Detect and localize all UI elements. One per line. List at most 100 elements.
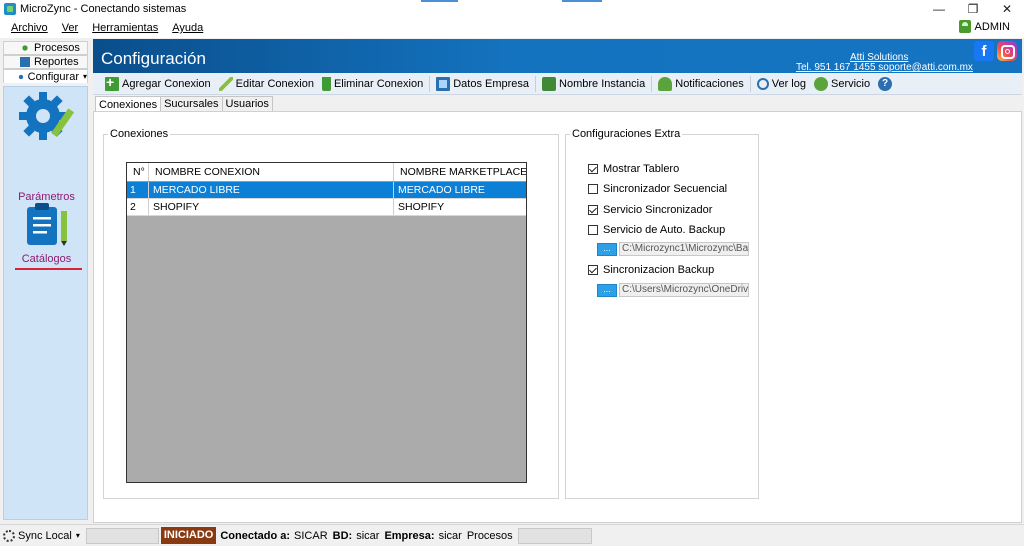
- browse-sync-backup-button[interactable]: ...: [597, 283, 617, 297]
- facebook-icon[interactable]: f: [974, 41, 994, 61]
- cell-name: SHOPIFY: [149, 199, 394, 215]
- instance-icon: [542, 76, 557, 91]
- window-title: MicroZync - Conectando sistemas: [20, 3, 187, 15]
- option-sincronizador-secuencial[interactable]: Sincronizador Secuencial: [588, 183, 727, 195]
- tab-usuarios[interactable]: Usuarios: [221, 96, 273, 111]
- tab-conexiones[interactable]: Conexiones: [95, 96, 162, 112]
- add-icon: [105, 74, 119, 91]
- view-log-button[interactable]: Ver log: [753, 75, 810, 93]
- app-icon: [4, 3, 16, 15]
- sub-tabs: Conexiones Sucursales Usuarios: [95, 96, 273, 112]
- grid-header: N° NOMBRE CONEXION NOMBRE MARKETPLACE: [127, 163, 526, 182]
- toolbar-separator: [651, 75, 653, 92]
- help-button[interactable]: ?: [874, 75, 896, 93]
- instance-name-button[interactable]: Nombre Instancia: [538, 75, 649, 93]
- help-icon: ?: [878, 76, 893, 91]
- option-label: Sincronizacion Backup: [603, 264, 715, 276]
- button-label: Eliminar Conexion: [333, 77, 424, 90]
- menu-herramientas[interactable]: Herramientas: [85, 22, 165, 34]
- option-mostrar-tablero[interactable]: Mostrar Tablero: [588, 163, 679, 175]
- content-panel: Conexiones N° NOMBRE CONEXION NOMBRE MAR…: [93, 111, 1022, 523]
- gears-icon: [20, 43, 30, 53]
- bell-icon: [658, 76, 673, 91]
- service-button[interactable]: Servicio: [810, 75, 874, 93]
- connected-value: SICAR: [294, 529, 328, 542]
- cell-name: MERCADO LIBRE: [149, 182, 394, 198]
- sync-backup-path-field[interactable]: C:\Users\Microzync\OneDrive: [619, 283, 749, 297]
- connections-grid[interactable]: N° NOMBRE CONEXION NOMBRE MARKETPLACE 1 …: [126, 162, 527, 483]
- nav-link-parametros[interactable]: Parámetros: [4, 191, 89, 203]
- trash-icon: [321, 76, 331, 91]
- nav-tab-label: Procesos: [34, 42, 80, 54]
- status-bar: Sync Local ▾ INICIADO Conectado a: SICAR…: [0, 524, 1024, 546]
- option-label: Servicio de Auto. Backup: [603, 224, 726, 236]
- checkbox[interactable]: [588, 164, 598, 174]
- browse-backup-button[interactable]: ...: [597, 242, 617, 256]
- minimize-button[interactable]: —: [922, 0, 956, 18]
- column-header[interactable]: N°: [127, 163, 149, 181]
- edit-connection-button[interactable]: Editar Conexion: [215, 75, 318, 93]
- left-nav: Procesos Reportes Configurar ▾ Parámetro…: [0, 38, 90, 522]
- button-label: Agregar Conexion: [122, 77, 211, 90]
- checkbox[interactable]: [588, 184, 598, 194]
- option-label: Mostrar Tablero: [603, 163, 680, 175]
- column-header[interactable]: NOMBRE CONEXION: [149, 163, 394, 181]
- catalog-clipboard-icon[interactable]: [25, 203, 71, 247]
- nav-tab-procesos[interactable]: Procesos: [3, 41, 88, 55]
- active-link-underline: [15, 268, 82, 270]
- checkbox[interactable]: [588, 205, 598, 215]
- extra-settings-legend: Configuraciones Extra: [572, 128, 681, 140]
- db-value: sicar: [356, 529, 380, 542]
- toolbar-separator: [749, 75, 751, 92]
- menu-ver[interactable]: Ver: [55, 22, 86, 34]
- option-sincronizacion-backup[interactable]: Sincronizacion Backup: [588, 264, 714, 276]
- option-label: Servicio Sincronizador: [603, 204, 713, 216]
- backup-path-field[interactable]: C:\Microzync1\Microzync\Back: [619, 242, 749, 256]
- processes-label: Procesos: [466, 529, 513, 542]
- table-row[interactable]: 1 MERCADO LIBRE MERCADO LIBRE: [127, 182, 526, 199]
- add-connection-button[interactable]: Agregar Conexion: [101, 74, 215, 93]
- user-menu[interactable]: ADMIN: [958, 20, 1010, 33]
- sync-progress-box: [85, 527, 159, 544]
- button-label: Servicio: [830, 77, 871, 90]
- contact-link[interactable]: Tel. 951 167 1455 soporte@atti.com.mx: [796, 62, 973, 73]
- pencil-icon: [218, 76, 233, 91]
- chevron-down-icon[interactable]: ▾: [76, 531, 80, 540]
- window-controls: — ❐ ✕: [922, 0, 1024, 18]
- magnifier-icon: [756, 77, 769, 90]
- checkbox[interactable]: [588, 265, 598, 275]
- page-title: Configuración: [101, 49, 206, 68]
- option-auto-backup[interactable]: Servicio de Auto. Backup: [588, 224, 725, 236]
- tab-sucursales[interactable]: Sucursales: [160, 96, 223, 111]
- menu-bar: Archivo Ver Herramientas Ayuda ADMIN: [0, 18, 1024, 38]
- close-button[interactable]: ✕: [990, 0, 1024, 18]
- menu-archivo[interactable]: Archivo: [0, 22, 55, 34]
- cell-marketplace: SHOPIFY: [398, 201, 445, 213]
- sync-spinner-icon: [3, 529, 15, 542]
- instagram-icon[interactable]: [997, 41, 1017, 61]
- title-bar: MicroZync - Conectando sistemas — ❐ ✕: [0, 0, 1024, 18]
- company-data-button[interactable]: Datos Empresa: [432, 75, 533, 93]
- db-label: BD:: [332, 529, 353, 542]
- connections-group: Conexiones N° NOMBRE CONEXION NOMBRE MAR…: [103, 128, 559, 499]
- delete-connection-button[interactable]: Eliminar Conexion: [318, 75, 427, 93]
- sync-mode-label[interactable]: Sync Local: [18, 530, 72, 542]
- button-label: Nombre Instancia: [559, 77, 646, 90]
- header-banner: Configuración Atti Solutions Tel. 951 16…: [93, 39, 1022, 73]
- chevron-down-icon: ▾: [82, 72, 87, 81]
- menu-ayuda[interactable]: Ayuda: [165, 22, 210, 34]
- nav-tab-reportes[interactable]: Reportes: [3, 55, 88, 69]
- nav-link-catalogos[interactable]: Catálogos: [4, 253, 89, 265]
- column-header[interactable]: NOMBRE MARKETPLACE: [394, 163, 526, 181]
- option-servicio-sincronizador[interactable]: Servicio Sincronizador: [588, 204, 712, 216]
- table-row[interactable]: 2 SHOPIFY SHOPIFY: [127, 199, 526, 216]
- button-label: Notificaciones: [675, 77, 744, 90]
- restore-button[interactable]: ❐: [956, 0, 990, 18]
- nav-tab-configurar[interactable]: Configurar ▾: [3, 69, 88, 83]
- parameters-gear-icon[interactable]: [19, 90, 77, 144]
- company-label: Empresa:: [384, 529, 435, 542]
- notifications-button[interactable]: Notificaciones: [654, 75, 747, 93]
- checkbox[interactable]: [588, 225, 598, 235]
- gear-icon: [18, 71, 24, 82]
- nav-tabs: Procesos Reportes Configurar ▾: [3, 41, 88, 83]
